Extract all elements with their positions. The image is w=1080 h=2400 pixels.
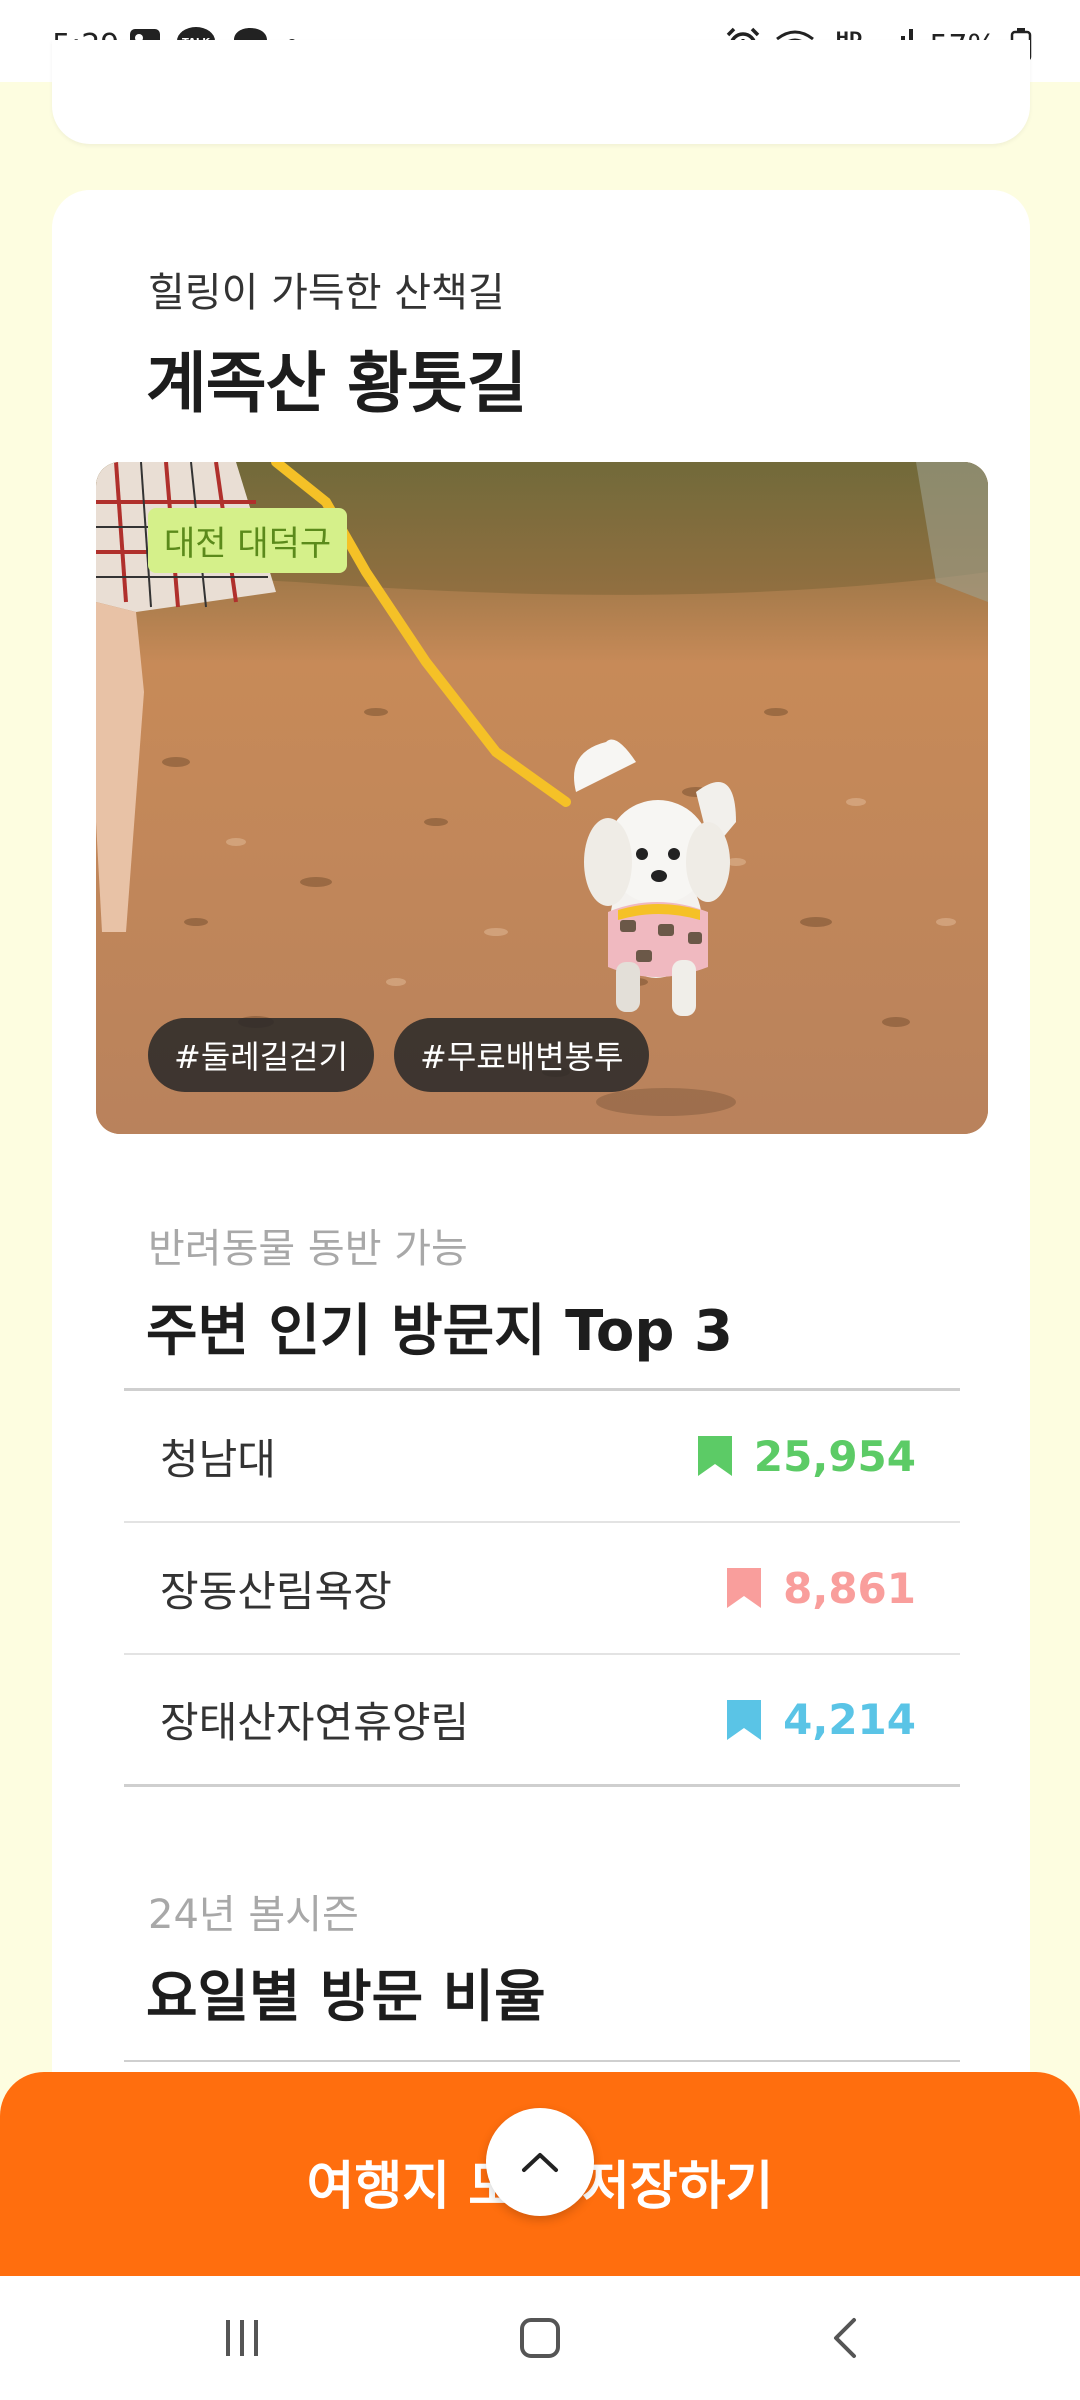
- place-name: 장동산림욕장: [160, 1566, 392, 1616]
- previous-card: [52, 40, 1030, 144]
- bookmark-icon: [697, 1436, 732, 1476]
- chevron-up-icon: [522, 2153, 558, 2172]
- home-button[interactable]: [510, 2308, 570, 2368]
- bookmark-icon: [727, 1568, 762, 1608]
- back-button[interactable]: [816, 2308, 876, 2368]
- visit-count-value: 8,861: [783, 1563, 916, 1613]
- spot-title: 계족산 황톳길: [146, 345, 527, 422]
- visit-count: 8,861: [725, 1564, 916, 1613]
- scroll-to-top-button[interactable]: [486, 2108, 594, 2216]
- list-item[interactable]: 장동산림욕장 8,861: [124, 1523, 960, 1655]
- visit-count-value: 4,214: [783, 1695, 916, 1744]
- list-item[interactable]: 청남대 25,954: [124, 1391, 960, 1523]
- divider: [124, 2060, 960, 2062]
- recents-icon: [226, 2320, 258, 2356]
- tag-list: #둘레길걷기 #무료배변봉투: [148, 1018, 650, 1092]
- tag-chip[interactable]: #둘레길걷기: [148, 1018, 375, 1092]
- tag-chip[interactable]: #무료배변봉투: [394, 1018, 650, 1092]
- visit-count-value: 25,954: [753, 1431, 916, 1481]
- popular-title: 주변 인기 방문지 Top 3: [146, 1299, 733, 1364]
- weekday-title: 요일별 방문 비율: [146, 1965, 546, 2030]
- home-icon: [520, 2318, 560, 2358]
- back-icon: [834, 2318, 856, 2358]
- visit-count: 25,954: [696, 1432, 916, 1481]
- spot-photo[interactable]: 대전 대덕구 #둘레길걷기 #무료배변봉투: [96, 462, 988, 1134]
- weekday-subtitle: 24년 봄시즌: [148, 1892, 359, 1938]
- spot-subtitle: 힐링이 가득한 산책길: [148, 270, 505, 316]
- recents-button[interactable]: [212, 2308, 272, 2368]
- list-item[interactable]: 장태산자연휴양림 4,214: [124, 1655, 960, 1787]
- place-name: 장태산자연휴양림: [160, 1698, 470, 1747]
- visit-count: 4,214: [725, 1695, 916, 1744]
- popular-subtitle: 반려동물 동반 가능: [148, 1226, 468, 1272]
- popular-list: 청남대 25,954 장동산림욕장 8,861 장태산자연휴양림 4,214: [124, 1388, 960, 1787]
- navigation-bar: [0, 2276, 1080, 2400]
- region-badge: 대전 대덕구: [148, 508, 348, 573]
- place-name: 청남대: [160, 1434, 276, 1484]
- bookmark-icon: [727, 1699, 762, 1740]
